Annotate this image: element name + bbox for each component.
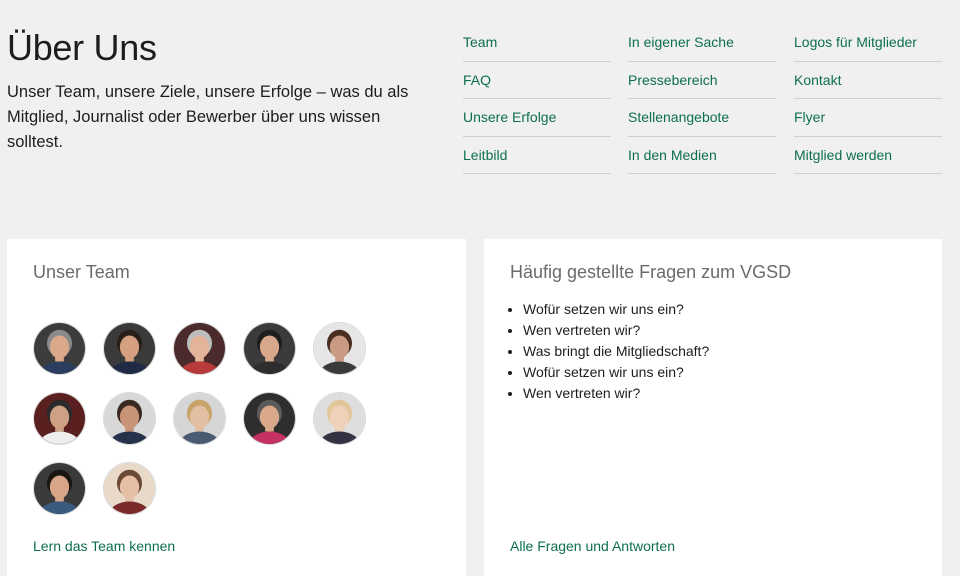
nav-link-logos[interactable]: Logos für Mitglieder <box>794 24 942 62</box>
nav-link-flyer[interactable]: Flyer <box>794 99 942 137</box>
meet-team-link[interactable]: Lern das Team kennen <box>33 538 175 554</box>
faq-item: Was bringt die Mitgliedschaft? <box>523 341 709 362</box>
nav-link-own-affairs[interactable]: In eigener Sache <box>628 24 776 62</box>
all-faq-link[interactable]: Alle Fragen und Antworten <box>510 538 675 554</box>
avatar-photo <box>104 323 155 374</box>
avatar-photo <box>174 393 225 444</box>
nav-link-team[interactable]: Team <box>463 24 611 62</box>
page-title: Über Uns <box>7 27 157 68</box>
avatar-photo <box>314 393 365 444</box>
nav-column-2: In eigener Sache Pressebereich Stellenan… <box>628 24 776 175</box>
team-member-avatar[interactable] <box>103 462 156 515</box>
team-member-avatar[interactable] <box>173 322 226 375</box>
nav-link-media[interactable]: In den Medien <box>628 137 776 175</box>
nav-link-become-member[interactable]: Mitglied werden <box>794 137 942 175</box>
avatar-photo <box>34 463 85 514</box>
team-card: Unser Team Lern das Team kennen <box>7 239 466 576</box>
faq-card: Häufig gestellte Fragen zum VGSD Wofür s… <box>484 239 942 576</box>
nav-link-mission[interactable]: Leitbild <box>463 137 611 175</box>
team-member-avatar[interactable] <box>313 322 366 375</box>
nav-link-press[interactable]: Pressebereich <box>628 62 776 100</box>
page-subtitle: Unser Team, unsere Ziele, unsere Erfolge… <box>7 83 409 151</box>
team-member-avatar[interactable] <box>313 392 366 445</box>
team-member-avatar[interactable] <box>33 322 86 375</box>
avatar-photo <box>34 323 85 374</box>
avatar-photo <box>244 393 295 444</box>
faq-item: Wen vertreten wir? <box>523 320 709 341</box>
nav-column-3: Logos für Mitglieder Kontakt Flyer Mitgl… <box>794 24 942 175</box>
team-member-avatar[interactable] <box>173 392 226 445</box>
nav-link-jobs[interactable]: Stellenangebote <box>628 99 776 137</box>
nav-link-contact[interactable]: Kontakt <box>794 62 942 100</box>
faq-card-title: Häufig gestellte Fragen zum VGSD <box>510 262 792 282</box>
team-member-avatar[interactable] <box>103 322 156 375</box>
nav-link-faq[interactable]: FAQ <box>463 62 611 100</box>
faq-item: Wen vertreten wir? <box>523 383 709 404</box>
team-card-title: Unser Team <box>33 262 130 282</box>
team-member-avatar[interactable] <box>103 392 156 445</box>
avatar-photo <box>34 393 85 444</box>
faq-list: Wofür setzen wir uns ein? Wen vertreten … <box>523 299 709 404</box>
avatar-photo <box>244 323 295 374</box>
team-member-avatar[interactable] <box>243 392 296 445</box>
avatar-photo <box>174 323 225 374</box>
team-member-avatar[interactable] <box>33 462 86 515</box>
team-member-avatar[interactable] <box>243 322 296 375</box>
nav-column-1: Team FAQ Unsere Erfolge Leitbild <box>463 24 611 175</box>
faq-item: Wofür setzen wir uns ein? <box>523 362 709 383</box>
avatar-photo <box>104 463 155 514</box>
faq-item: Wofür setzen wir uns ein? <box>523 299 709 320</box>
avatar-photo <box>104 393 155 444</box>
avatar-photo <box>314 323 365 374</box>
team-member-avatar[interactable] <box>33 392 86 445</box>
nav-link-successes[interactable]: Unsere Erfolge <box>463 99 611 137</box>
